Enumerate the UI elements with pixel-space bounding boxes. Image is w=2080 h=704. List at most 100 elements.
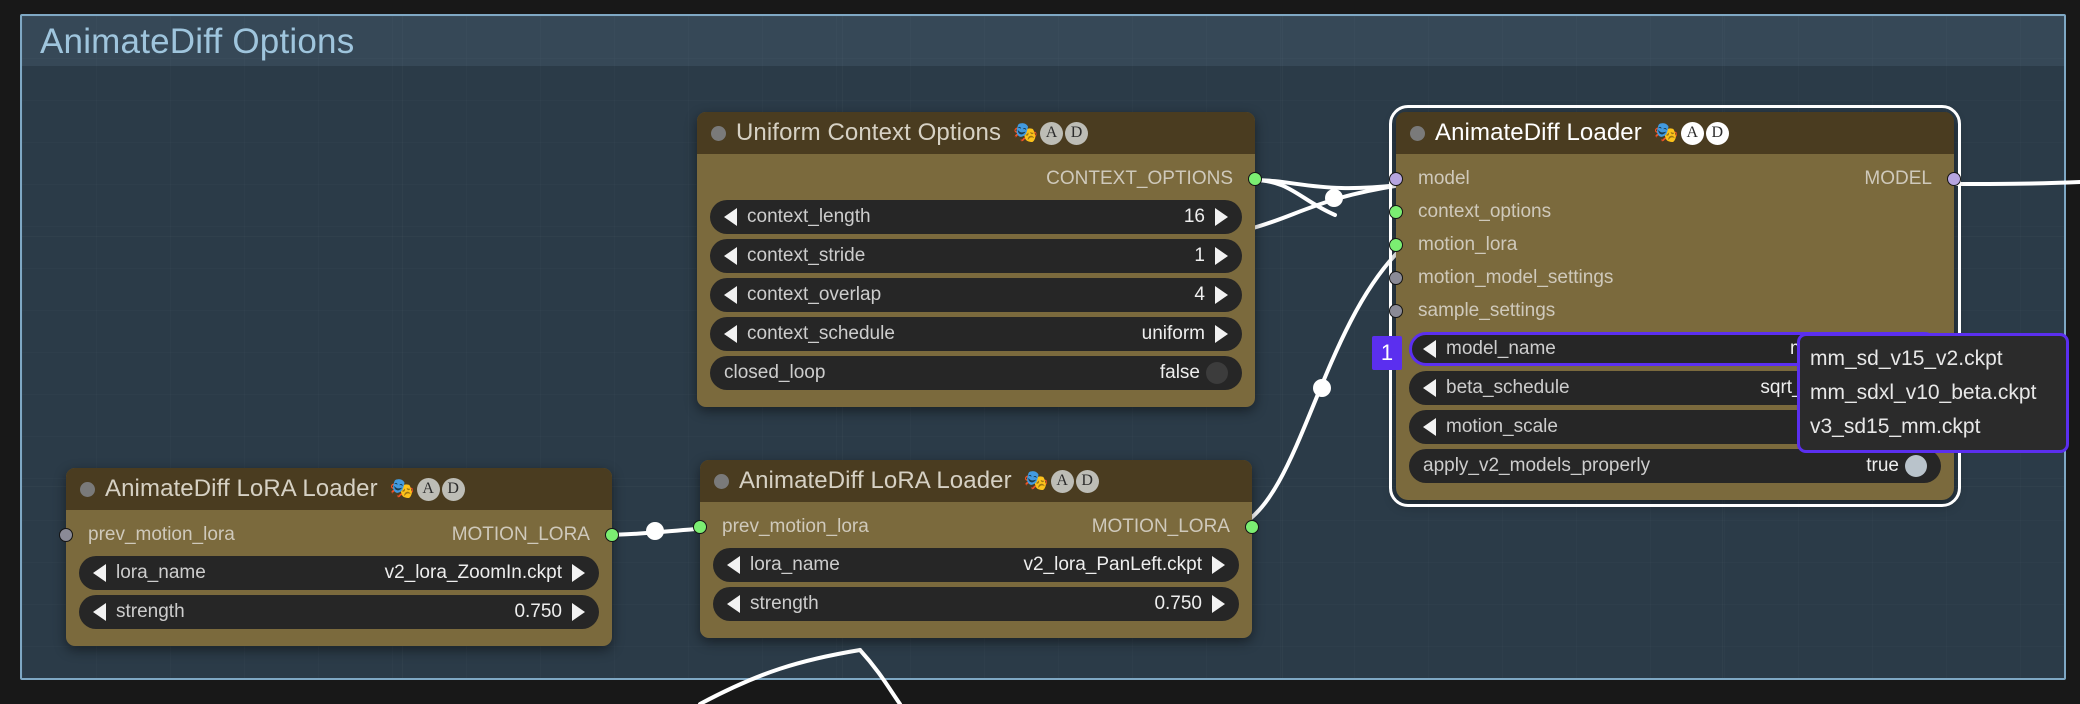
- output-slot-label: MOTION_LORA: [1091, 515, 1230, 537]
- node-titlebar[interactable]: AnimateDiff LoRA Loader 🎭 A D: [700, 460, 1252, 502]
- input-port-dot-model[interactable]: [1389, 171, 1403, 186]
- widget-closed-loop[interactable]: closed_loop false: [710, 356, 1242, 390]
- node-body: prev_motion_lora MOTION_LORA lora_name v…: [693, 502, 1259, 638]
- increment-arrow-icon[interactable]: [1212, 595, 1225, 613]
- collapse-dot-icon[interactable]: [711, 125, 726, 141]
- dropdown-item[interactable]: v3_sd15_mm.ckpt: [1800, 410, 2066, 444]
- node-titlebar[interactable]: AnimateDiff Loader 🎭 A D: [1396, 112, 1954, 154]
- step-marker-badge: 1: [1372, 336, 1402, 370]
- input-port-dot-motion-lora[interactable]: [1389, 237, 1403, 252]
- decrement-arrow-icon[interactable]: [1423, 340, 1436, 358]
- toggle-knob-icon[interactable]: [1905, 455, 1927, 477]
- increment-arrow-icon[interactable]: [1215, 325, 1228, 343]
- decrement-arrow-icon[interactable]: [1423, 418, 1436, 436]
- output-port-dot-motion-lora[interactable]: [1245, 519, 1259, 534]
- widget-context-length[interactable]: context_length 16: [710, 200, 1242, 234]
- node-uniform-context-options[interactable]: Uniform Context Options 🎭 A D CONTEXT_OP…: [697, 112, 1262, 407]
- io-row-model[interactable]: model MODEL: [1389, 162, 1961, 195]
- widget-label: context_length: [747, 206, 871, 227]
- model-name-dropdown[interactable]: mm_sd_v15_v2.ckpt mm_sdxl_v10_beta.ckpt …: [1797, 333, 2069, 453]
- widget-label: motion_scale: [1446, 416, 1558, 437]
- widget-context-schedule[interactable]: context_schedule uniform: [710, 317, 1242, 351]
- collapse-dot-icon[interactable]: [1410, 125, 1425, 141]
- badge-a-icon: A: [1680, 121, 1704, 145]
- widget-value: 16: [1183, 206, 1205, 227]
- increment-arrow-icon[interactable]: [572, 603, 585, 621]
- input-row-sample-settings[interactable]: sample_settings: [1389, 294, 1954, 327]
- node-titlebar[interactable]: Uniform Context Options 🎭 A D: [697, 112, 1255, 154]
- collapse-dot-icon[interactable]: [714, 473, 729, 489]
- widget-label: context_stride: [747, 245, 866, 266]
- input-port-dot-prev-motion-lora[interactable]: [59, 527, 73, 542]
- dropdown-item[interactable]: mm_sd_v15_v2.ckpt: [1800, 342, 2066, 376]
- theater-masks-icon: 🎭: [389, 478, 415, 500]
- widget-lora-name[interactable]: lora_name v2_lora_ZoomIn.ckpt: [79, 556, 599, 590]
- widget-strength[interactable]: strength 0.750: [713, 587, 1239, 621]
- input-port-dot-motion-model-settings[interactable]: [1389, 270, 1403, 285]
- io-row-prev-motion-lora[interactable]: prev_motion_lora MOTION_LORA: [59, 518, 619, 551]
- io-row-prev-motion-lora[interactable]: prev_motion_lora MOTION_LORA: [693, 510, 1259, 543]
- output-port-dot-model[interactable]: [1947, 171, 1961, 186]
- widget-label: strength: [750, 593, 819, 614]
- decrement-arrow-icon[interactable]: [724, 286, 737, 304]
- node-animatediff-lora-loader-left[interactable]: AnimateDiff LoRA Loader 🎭 A D prev_motio…: [59, 468, 619, 646]
- node-title-label: AnimateDiff LoRA Loader: [105, 475, 378, 502]
- decrement-arrow-icon[interactable]: [93, 603, 106, 621]
- widget-label: apply_v2_models_properly: [1423, 455, 1651, 476]
- widget-label: lora_name: [750, 554, 840, 575]
- input-slot-label: sample_settings: [1418, 299, 1556, 321]
- output-slot-label: MODEL: [1864, 167, 1932, 189]
- input-port-dot-prev-motion-lora[interactable]: [693, 519, 707, 534]
- input-row-motion-lora[interactable]: motion_lora: [1389, 228, 1954, 261]
- widget-value: true: [1866, 455, 1899, 476]
- widget-lora-name[interactable]: lora_name v2_lora_PanLeft.ckpt: [713, 548, 1239, 582]
- input-port-dot-context-options[interactable]: [1389, 204, 1403, 219]
- input-slot-label: prev_motion_lora: [88, 523, 235, 545]
- dropdown-item[interactable]: mm_sdxl_v10_beta.ckpt: [1800, 376, 2066, 410]
- input-row-motion-model-settings[interactable]: motion_model_settings: [1389, 261, 1954, 294]
- node-badges: 🎭 A D: [1654, 121, 1729, 145]
- widget-context-overlap[interactable]: context_overlap 4: [710, 278, 1242, 312]
- badge-d-icon: D: [441, 477, 465, 501]
- decrement-arrow-icon[interactable]: [724, 208, 737, 226]
- widget-value: 0.750: [1154, 593, 1202, 614]
- node-title-label: AnimateDiff LoRA Loader: [739, 467, 1012, 494]
- output-port-dot[interactable]: [1248, 172, 1262, 186]
- node-graph-canvas[interactable]: AnimateDiff Options Uniform Context Opti…: [0, 0, 2080, 704]
- decrement-arrow-icon[interactable]: [724, 325, 737, 343]
- input-slot-label: prev_motion_lora: [722, 515, 869, 537]
- widget-strength[interactable]: strength 0.750: [79, 595, 599, 629]
- decrement-arrow-icon[interactable]: [727, 595, 740, 613]
- badge-d-icon: D: [1075, 469, 1099, 493]
- widget-value: 4: [1194, 284, 1205, 305]
- node-body: prev_motion_lora MOTION_LORA lora_name v…: [59, 510, 619, 646]
- input-port-dot-sample-settings[interactable]: [1389, 303, 1403, 318]
- input-slot-label: motion_lora: [1418, 233, 1518, 255]
- node-badges: 🎭 A D: [1024, 469, 1099, 493]
- increment-arrow-icon[interactable]: [1215, 208, 1228, 226]
- decrement-arrow-icon[interactable]: [724, 247, 737, 265]
- decrement-arrow-icon[interactable]: [727, 556, 740, 574]
- widget-label: strength: [116, 601, 185, 622]
- increment-arrow-icon[interactable]: [1215, 286, 1228, 304]
- node-animatediff-lora-loader-right[interactable]: AnimateDiff LoRA Loader 🎭 A D prev_motio…: [693, 460, 1259, 638]
- increment-arrow-icon[interactable]: [1215, 247, 1228, 265]
- increment-arrow-icon[interactable]: [1212, 556, 1225, 574]
- group-title: AnimateDiff Options: [40, 22, 355, 61]
- output-slot-context-options[interactable]: CONTEXT_OPTIONS: [697, 162, 1262, 195]
- input-row-context-options[interactable]: context_options: [1389, 195, 1954, 228]
- decrement-arrow-icon[interactable]: [93, 564, 106, 582]
- widget-label: model_name: [1446, 338, 1556, 359]
- increment-arrow-icon[interactable]: [572, 564, 585, 582]
- node-titlebar[interactable]: AnimateDiff LoRA Loader 🎭 A D: [66, 468, 612, 510]
- node-body: CONTEXT_OPTIONS context_length 16 contex…: [697, 154, 1262, 407]
- widget-context-stride[interactable]: context_stride 1: [710, 239, 1242, 273]
- badge-d-icon: D: [1064, 121, 1088, 145]
- output-port-dot-motion-lora[interactable]: [605, 527, 619, 542]
- widget-value: v2_lora_ZoomIn.ckpt: [384, 562, 562, 583]
- node-badges: 🎭 A D: [389, 477, 465, 501]
- collapse-dot-icon[interactable]: [80, 481, 95, 497]
- decrement-arrow-icon[interactable]: [1423, 379, 1436, 397]
- widget-apply-v2-models-properly[interactable]: apply_v2_models_properly true: [1409, 449, 1941, 483]
- toggle-knob-icon[interactable]: [1206, 362, 1228, 384]
